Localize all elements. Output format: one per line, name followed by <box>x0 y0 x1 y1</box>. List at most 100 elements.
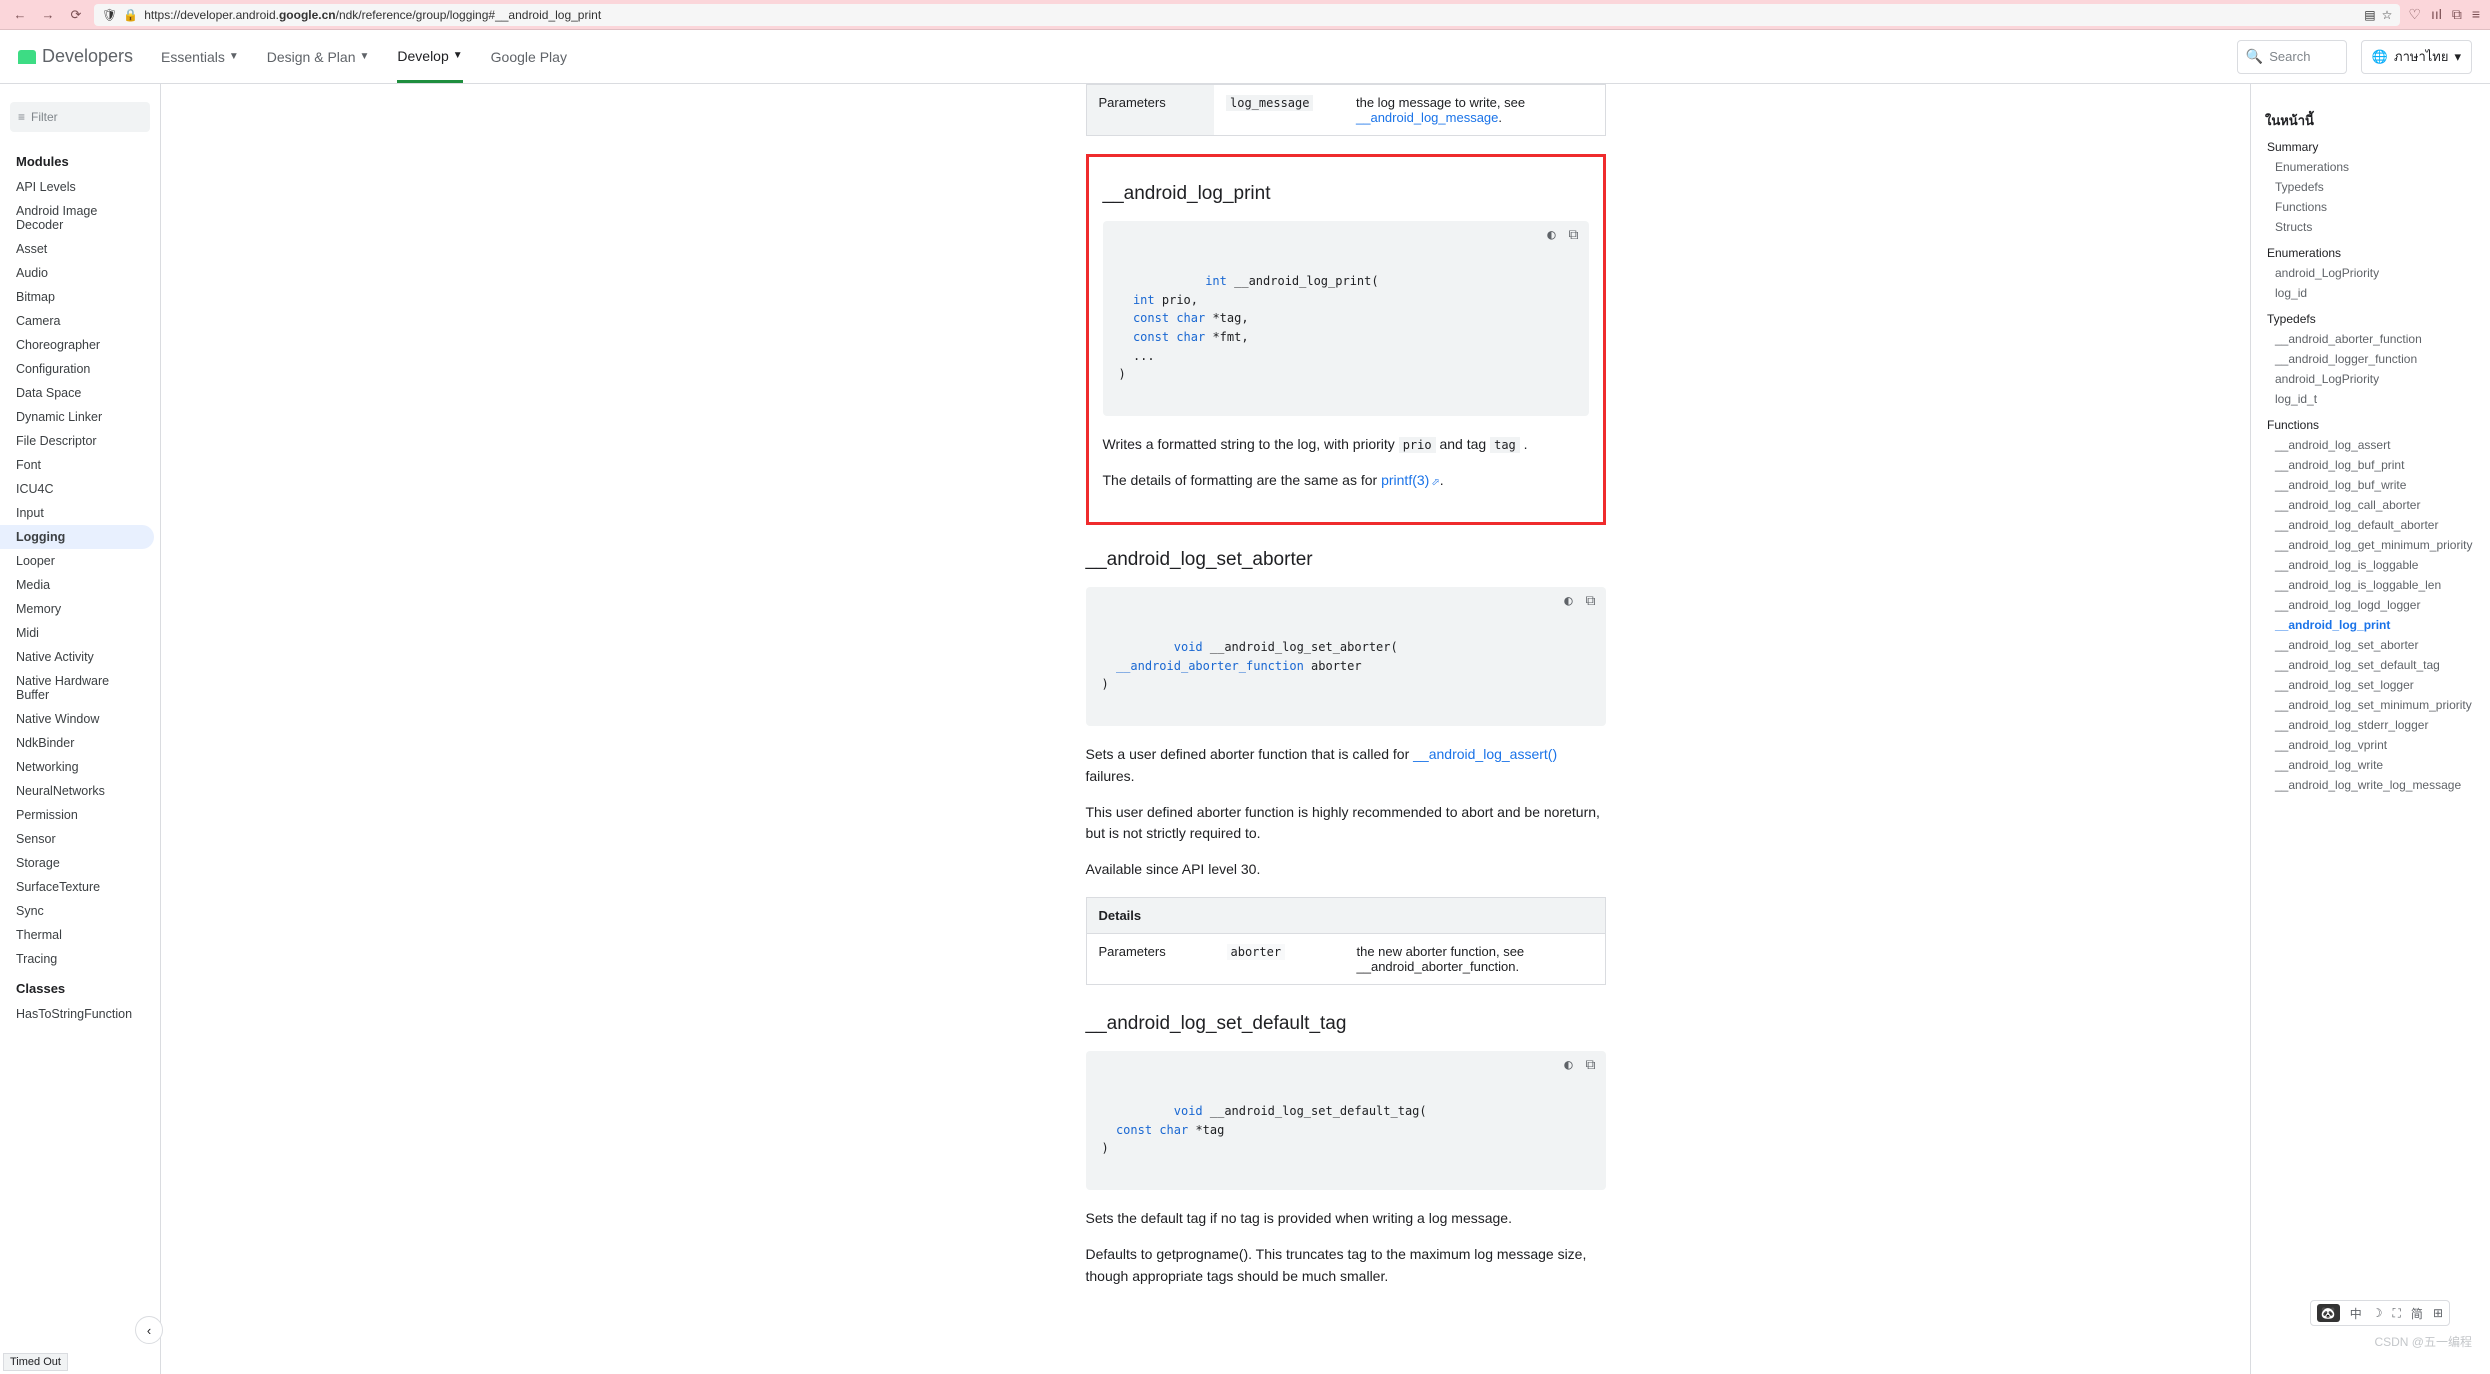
toc-link---android-aborter-function[interactable]: __android_aborter_function <box>2265 329 2480 349</box>
copy-icon[interactable]: ⧉ <box>1565 227 1583 245</box>
sidebar-item-audio[interactable]: Audio <box>0 261 160 285</box>
sidebar-item-icu4c[interactable]: ICU4C <box>0 477 160 501</box>
url-bar[interactable]: 🛡 🔒 https://developer.android.google.cn/… <box>94 4 2400 26</box>
expand-icon[interactable]: ⛶ <box>2393 1306 2401 1321</box>
pocket-icon[interactable]: ♡ <box>2408 6 2421 23</box>
toc-link-android-LogPriority[interactable]: android_LogPriority <box>2265 263 2480 283</box>
toc-link---android-log-is-loggable-len[interactable]: __android_log_is_loggable_len <box>2265 575 2480 595</box>
nav-item-essentials[interactable]: Essentials▼ <box>161 32 239 82</box>
grid-icon[interactable]: ⊞ <box>2433 1306 2443 1320</box>
library-icon[interactable]: ııl <box>2431 6 2442 23</box>
toc-section-typedefs[interactable]: Typedefs <box>2265 309 2480 329</box>
sidebar-item-configuration[interactable]: Configuration <box>0 357 160 381</box>
sidebar-item-midi[interactable]: Midi <box>0 621 160 645</box>
toc-link---android-log-assert[interactable]: __android_log_assert <box>2265 435 2480 455</box>
dark-toggle-icon[interactable]: ◐ <box>1560 593 1578 611</box>
sidebar-item-input[interactable]: Input <box>0 501 160 525</box>
toc-link---android-log-write-log-message[interactable]: __android_log_write_log_message <box>2265 775 2480 795</box>
sidebar-item-dynamic-linker[interactable]: Dynamic Linker <box>0 405 160 429</box>
filter-input[interactable]: ≡ Filter <box>10 102 150 132</box>
nav-item-develop[interactable]: Develop▼ <box>397 32 462 83</box>
toc-link-Structs[interactable]: Structs <box>2265 217 2480 237</box>
sidebar-item-native-activity[interactable]: Native Activity <box>0 645 160 669</box>
copy-icon[interactable]: ⧉ <box>1582 1057 1600 1075</box>
nav-item-google-play[interactable]: Google Play <box>491 32 567 82</box>
toc-link---android-log-get-minimum-priority[interactable]: __android_log_get_minimum_priority <box>2265 535 2480 555</box>
reload-icon[interactable]: ⟳ <box>66 5 86 25</box>
sidebar-item-memory[interactable]: Memory <box>0 597 160 621</box>
sidebar-item-surfacetexture[interactable]: SurfaceTexture <box>0 875 160 899</box>
toc-link-Typedefs[interactable]: Typedefs <box>2265 177 2480 197</box>
search-input[interactable]: 🔍 Search <box>2237 40 2347 74</box>
menu-icon[interactable]: ≡ <box>2472 6 2480 23</box>
printf-link[interactable]: printf(3)⬀ <box>1381 472 1440 488</box>
toc-link---android-log-logd-logger[interactable]: __android_log_logd_logger <box>2265 595 2480 615</box>
toc-link---android-log-default-aborter[interactable]: __android_log_default_aborter <box>2265 515 2480 535</box>
collapse-sidebar-button[interactable]: ‹ <box>135 1316 163 1344</box>
sidebar-item-looper[interactable]: Looper <box>0 549 160 573</box>
forward-icon[interactable]: → <box>38 5 58 25</box>
toc-link---android-log-buf-write[interactable]: __android_log_buf_write <box>2265 475 2480 495</box>
sidebar-item-logging[interactable]: Logging <box>0 525 154 549</box>
tool-simplified[interactable]: 简 <box>2411 1305 2423 1322</box>
sidebar-item-tracing[interactable]: Tracing <box>0 947 160 971</box>
sidebar-item-neuralnetworks[interactable]: NeuralNetworks <box>0 779 160 803</box>
toc-link-log-id-t[interactable]: log_id_t <box>2265 389 2480 409</box>
sidebar-item-native-hardware-buffer[interactable]: Native Hardware Buffer <box>0 669 160 707</box>
sidebar-item-hastostringfunction[interactable]: HasToStringFunction <box>0 1002 160 1026</box>
toc-link-Functions[interactable]: Functions <box>2265 197 2480 217</box>
toc-link---android-log-call-aborter[interactable]: __android_log_call_aborter <box>2265 495 2480 515</box>
dark-toggle-icon[interactable]: ◐ <box>1543 227 1561 245</box>
reader-icon[interactable]: ▤ <box>2364 8 2375 22</box>
toc-link---android-log-set-minimum-priority[interactable]: __android_log_set_minimum_priority <box>2265 695 2480 715</box>
copy-icon[interactable]: ⧉ <box>1582 593 1600 611</box>
language-selector[interactable]: 🌐 ภาษาไทย ▾ <box>2361 40 2472 74</box>
toc-link-log-id[interactable]: log_id <box>2265 283 2480 303</box>
sidebar-item-thermal[interactable]: Thermal <box>0 923 160 947</box>
sidebar-item-native-window[interactable]: Native Window <box>0 707 160 731</box>
toc-link---android-log-buf-print[interactable]: __android_log_buf_print <box>2265 455 2480 475</box>
toc-section-enumerations[interactable]: Enumerations <box>2265 243 2480 263</box>
extension-icon[interactable]: ⧉ <box>2452 6 2462 23</box>
toc-section-functions[interactable]: Functions <box>2265 415 2480 435</box>
toc-link-Enumerations[interactable]: Enumerations <box>2265 157 2480 177</box>
toc-link---android-log-set-default-tag[interactable]: __android_log_set_default_tag <box>2265 655 2480 675</box>
sidebar-item-sensor[interactable]: Sensor <box>0 827 160 851</box>
sidebar-item-ndkbinder[interactable]: NdkBinder <box>0 731 160 755</box>
moon-icon[interactable]: ☽ <box>2372 1306 2383 1320</box>
toc-link---android-log-print[interactable]: __android_log_print <box>2265 615 2480 635</box>
bookmark-icon[interactable]: ☆ <box>2382 8 2393 22</box>
sidebar-item-api-levels[interactable]: API Levels <box>0 175 160 199</box>
param-desc-link[interactable]: __android_log_message <box>1356 110 1498 125</box>
log-assert-link[interactable]: __android_log_assert() <box>1413 746 1557 762</box>
toc-link---android-log-set-logger[interactable]: __android_log_set_logger <box>2265 675 2480 695</box>
toc-link---android-log-is-loggable[interactable]: __android_log_is_loggable <box>2265 555 2480 575</box>
tool-zh[interactable]: 中 <box>2350 1305 2362 1322</box>
sidebar-item-sync[interactable]: Sync <box>0 899 160 923</box>
sidebar-item-storage[interactable]: Storage <box>0 851 160 875</box>
toc-section-summary[interactable]: Summary <box>2265 137 2480 157</box>
sidebar-item-asset[interactable]: Asset <box>0 237 160 261</box>
sidebar-item-camera[interactable]: Camera <box>0 309 160 333</box>
toc-link---android-log-stderr-logger[interactable]: __android_log_stderr_logger <box>2265 715 2480 735</box>
toc-link---android-log-set-aborter[interactable]: __android_log_set_aborter <box>2265 635 2480 655</box>
code-block-set-aborter: ◐ ⧉ void __android_log_set_aborter( __an… <box>1086 587 1606 727</box>
back-icon[interactable]: ← <box>10 5 30 25</box>
sidebar-item-file-descriptor[interactable]: File Descriptor <box>0 429 160 453</box>
toc-link-android-LogPriority[interactable]: android_LogPriority <box>2265 369 2480 389</box>
sidebar-item-networking[interactable]: Networking <box>0 755 160 779</box>
panda-icon[interactable]: 🐼 <box>2317 1304 2340 1322</box>
dark-toggle-icon[interactable]: ◐ <box>1560 1057 1578 1075</box>
toc-link---android-logger-function[interactable]: __android_logger_function <box>2265 349 2480 369</box>
sidebar-item-android-image-decoder[interactable]: Android Image Decoder <box>0 199 160 237</box>
toc-link---android-log-vprint[interactable]: __android_log_vprint <box>2265 735 2480 755</box>
sidebar-item-media[interactable]: Media <box>0 573 160 597</box>
nav-item-design-&-plan[interactable]: Design & Plan▼ <box>267 32 370 82</box>
sidebar-item-choreographer[interactable]: Choreographer <box>0 333 160 357</box>
logo[interactable]: Developers <box>18 46 133 67</box>
sidebar-item-permission[interactable]: Permission <box>0 803 160 827</box>
toc-link---android-log-write[interactable]: __android_log_write <box>2265 755 2480 775</box>
sidebar-item-data-space[interactable]: Data Space <box>0 381 160 405</box>
sidebar-item-bitmap[interactable]: Bitmap <box>0 285 160 309</box>
sidebar-item-font[interactable]: Font <box>0 453 160 477</box>
